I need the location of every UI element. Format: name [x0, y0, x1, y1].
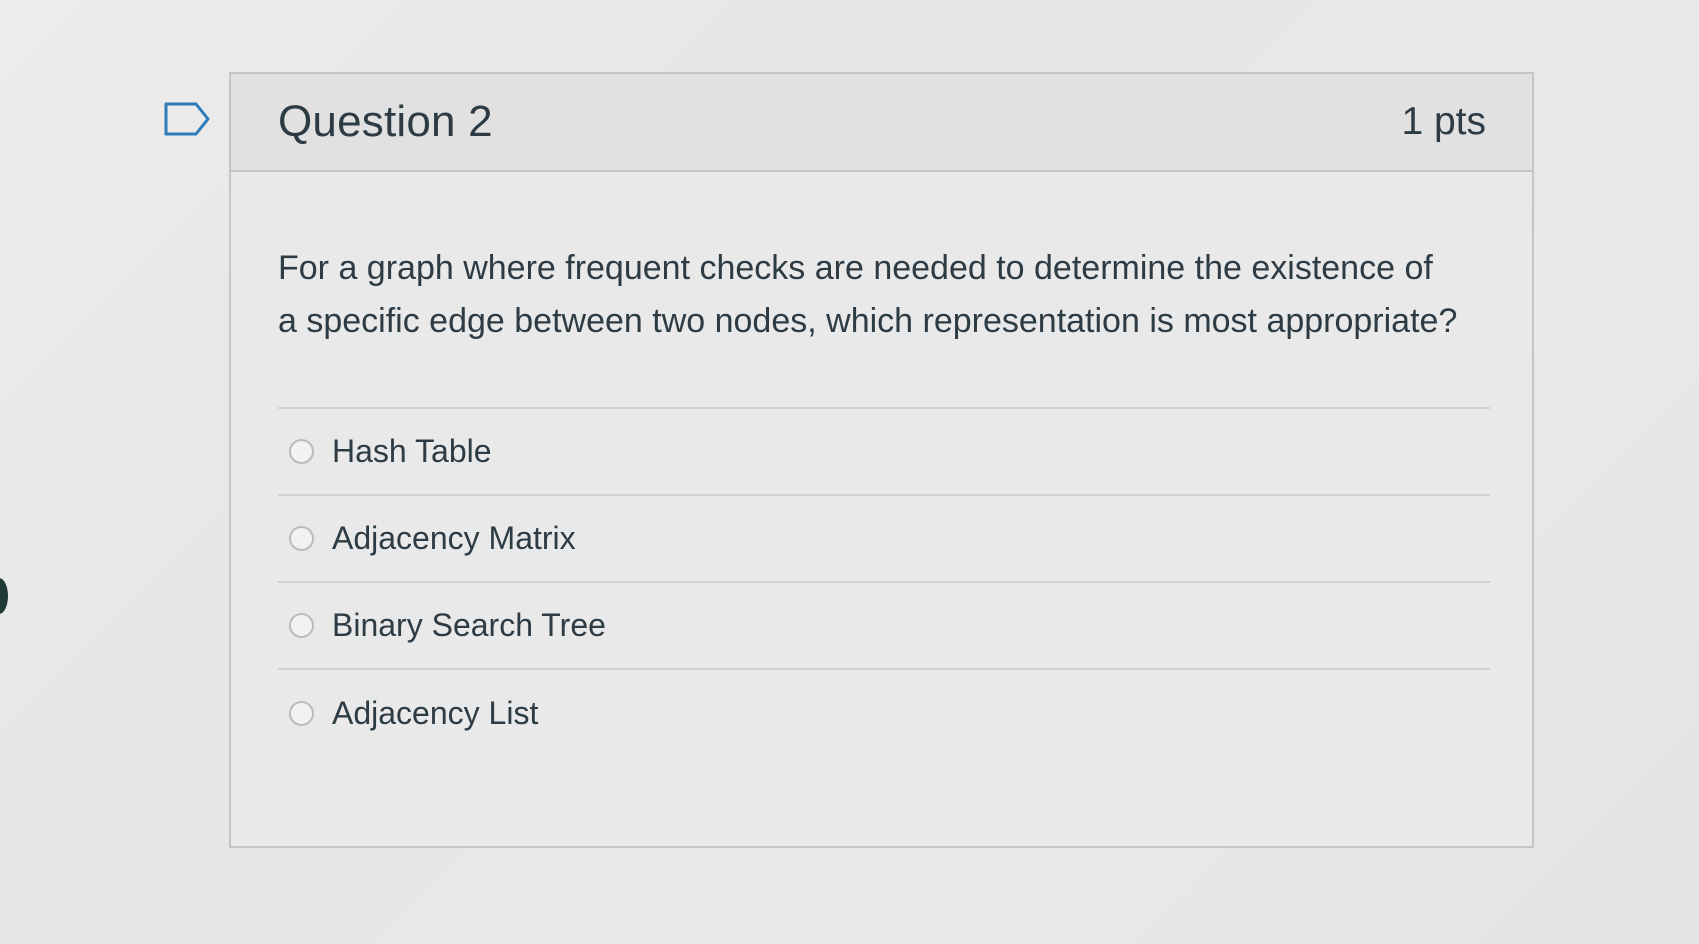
flag-question-icon[interactable]	[163, 101, 211, 137]
question-card: Question 2 1 pts For a graph where frequ…	[229, 72, 1534, 848]
question-title: Question 2	[278, 97, 493, 146]
radio-button-icon[interactable]	[289, 701, 314, 726]
question-points: 1 pts	[1401, 100, 1486, 143]
question-text: For a graph where frequent checks are ne…	[278, 249, 1458, 340]
radio-button-icon[interactable]	[289, 613, 314, 638]
radio-button-icon[interactable]	[289, 439, 314, 464]
question-header: Question 2 1 pts	[231, 74, 1532, 172]
answer-option-adjacency-matrix[interactable]: Adjacency Matrix	[278, 496, 1490, 583]
answer-option-adjacency-list[interactable]: Adjacency List	[278, 670, 1490, 757]
background-dot	[0, 578, 8, 614]
answer-option-binary-search-tree[interactable]: Binary Search Tree	[278, 583, 1490, 670]
radio-button-icon[interactable]	[289, 526, 314, 551]
answer-list: Hash Table Adjacency Matrix Binary Searc…	[278, 407, 1490, 757]
answer-label: Hash Table	[332, 433, 492, 469]
question-body: For a graph where frequent checks are ne…	[231, 172, 1532, 757]
answer-label: Binary Search Tree	[332, 607, 606, 643]
answer-label: Adjacency Matrix	[332, 520, 576, 556]
answer-option-hash-table[interactable]: Hash Table	[278, 409, 1490, 496]
answer-label: Adjacency List	[332, 695, 539, 731]
